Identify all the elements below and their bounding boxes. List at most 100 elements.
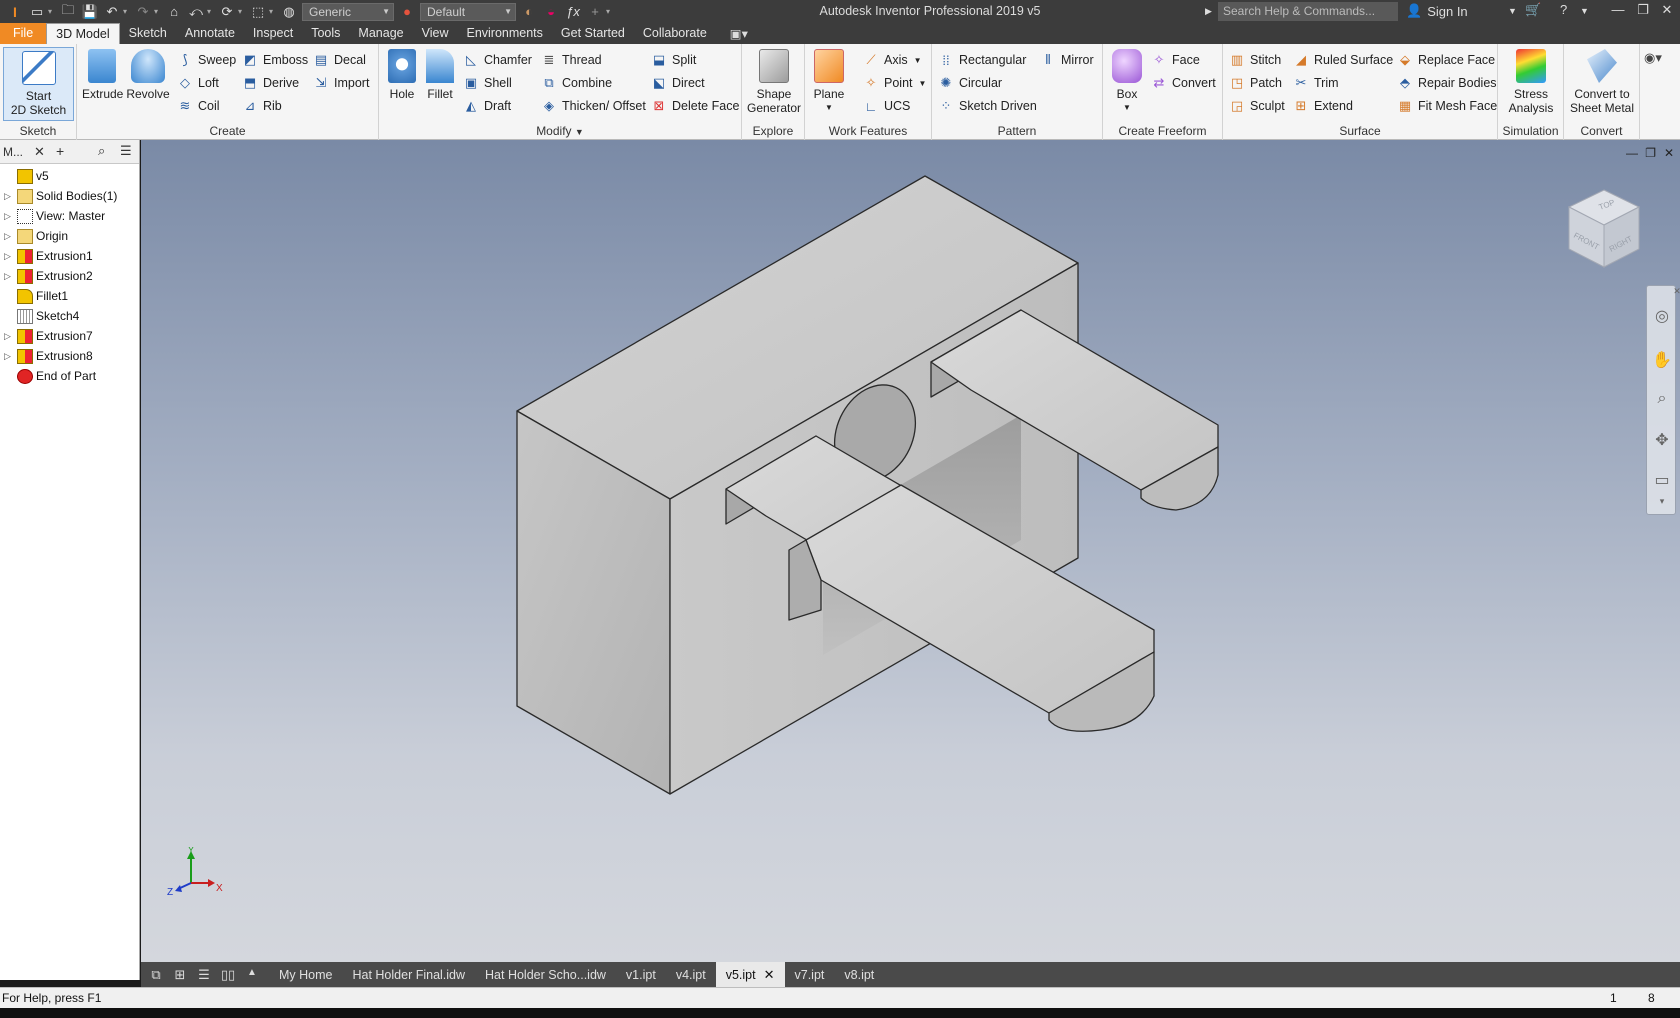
freeform-face-button[interactable]: ✧ Face: [1151, 52, 1200, 68]
update-icon[interactable]: ⟳: [216, 3, 238, 21]
viewport-minimize-icon[interactable]: —: [1626, 146, 1638, 160]
point-button[interactable]: ✧ Point ▼: [863, 75, 927, 91]
trim-button[interactable]: ✂ Trim: [1293, 75, 1339, 91]
camera-icon[interactable]: ▣▾: [716, 23, 757, 44]
browser-node-extrusion7[interactable]: ▷ Extrusion7: [0, 326, 139, 346]
new-icon[interactable]: ▭: [26, 3, 48, 21]
fillet-button[interactable]: Fillet: [422, 49, 458, 101]
draft-button[interactable]: ◭ Draft: [463, 98, 511, 114]
panel-label-modify[interactable]: Modify ▼: [379, 124, 741, 138]
add-icon[interactable]: +: [56, 143, 64, 159]
doc-tab-v4-ipt[interactable]: v4.ipt: [666, 962, 716, 987]
sign-in-dropdown-icon[interactable]: ▼: [1508, 6, 1517, 16]
look-at-icon[interactable]: ▭: [1652, 470, 1672, 490]
shape-generator-button[interactable]: Shape Generator: [746, 49, 802, 115]
save-icon[interactable]: 💾: [79, 3, 101, 21]
browser-node-extrusion2[interactable]: ▷ Extrusion2: [0, 266, 139, 286]
coil-button[interactable]: ≋ Coil: [177, 98, 220, 114]
start-2d-sketch-button[interactable]: Start 2D Sketch: [3, 47, 74, 121]
shell-button[interactable]: ▣ Shell: [463, 75, 512, 91]
extend-button[interactable]: ⊞ Extend: [1293, 98, 1353, 114]
emboss-button[interactable]: ◩ Emboss: [242, 52, 308, 68]
browser-node-v5[interactable]: v5: [0, 166, 139, 186]
doc-tab-my-home[interactable]: My Home: [269, 962, 342, 987]
rib-button[interactable]: ⊿ Rib: [242, 98, 282, 114]
select-icon[interactable]: ⬚: [247, 3, 269, 21]
tab-annotate[interactable]: Annotate: [176, 23, 244, 44]
help-icon[interactable]: ?: [1560, 2, 1567, 17]
expand-chevron-icon[interactable]: ▷: [4, 211, 14, 222]
axis-button[interactable]: ⟋ Axis ▼: [863, 52, 921, 68]
sweep-button[interactable]: ⟆ Sweep: [177, 52, 236, 68]
close-icon[interactable]: ✕: [1654, 2, 1680, 18]
clear-appearance-icon[interactable]: ◒: [540, 3, 562, 21]
color-wheel-icon[interactable]: ◍: [278, 3, 300, 21]
convert-to-sheet-metal-button[interactable]: Convert to Sheet Metal: [1566, 49, 1638, 115]
expand-arrow-icon[interactable]: ▶: [1205, 6, 1212, 17]
replace-face-button[interactable]: ⬙ Replace Face: [1397, 52, 1495, 68]
appearance-icon[interactable]: ●: [396, 3, 418, 21]
browser-node-extrusion1[interactable]: ▷ Extrusion1: [0, 246, 139, 266]
doc-tab-v5-ipt[interactable]: v5.ipt ✕: [715, 962, 785, 987]
expand-chevron-icon[interactable]: ▷: [4, 351, 14, 362]
extrude-button[interactable]: Extrude: [82, 49, 123, 101]
update-dropdown-icon[interactable]: ▾: [238, 7, 247, 16]
direct-button[interactable]: ⬕ Direct: [651, 75, 705, 91]
search-icon[interactable]: ⌕: [98, 143, 105, 159]
tab-menu-icon[interactable]: ▲: [243, 967, 261, 983]
pan-icon[interactable]: ✋: [1652, 350, 1672, 370]
rectangular-pattern-button[interactable]: ⁞⁞ Rectangular: [938, 52, 1026, 68]
sculpt-button[interactable]: ◲ Sculpt: [1229, 98, 1285, 114]
sign-in-button[interactable]: 👤 Sign In: [1406, 3, 1468, 19]
stitch-button[interactable]: ▥ Stitch: [1229, 52, 1281, 68]
adjust-icon[interactable]: ◐: [518, 3, 540, 21]
open-icon[interactable]: 🗀: [57, 2, 79, 21]
orbit-icon[interactable]: ✥: [1652, 430, 1672, 450]
material-combo[interactable]: Generic ▼: [302, 2, 394, 21]
close-tab-icon[interactable]: ✕: [764, 967, 775, 983]
select-dropdown-icon[interactable]: ▾: [269, 7, 278, 16]
doc-tab-hat-holder-scho-idw[interactable]: Hat Holder Scho...idw: [475, 962, 616, 987]
chamfer-button[interactable]: ◺ Chamfer: [463, 52, 532, 68]
freeform-convert-button[interactable]: ⇄ Convert: [1151, 75, 1216, 91]
split-button[interactable]: ⬓ Split: [651, 52, 696, 68]
help-dropdown-icon[interactable]: ▼: [1580, 6, 1589, 16]
hole-button[interactable]: Hole: [384, 49, 420, 101]
tile-horizontal-icon[interactable]: ☰: [195, 967, 213, 983]
derive-button[interactable]: ⬒ Derive: [242, 75, 299, 91]
viewport-restore-icon[interactable]: ❐: [1645, 146, 1656, 160]
loft-button[interactable]: ◇ Loft: [177, 75, 219, 91]
view-cube[interactable]: TOP FRONT RIGHT: [1564, 185, 1644, 280]
browser-node-solid-bodies-1-[interactable]: ▷ Solid Bodies(1): [0, 186, 139, 206]
undo-dropdown-icon[interactable]: ▾: [123, 7, 132, 16]
plane-button[interactable]: Plane ▼: [809, 49, 849, 115]
ucs-button[interactable]: ∟ UCS: [863, 98, 911, 114]
return-icon[interactable]: ⤺: [185, 3, 207, 21]
doc-tab-hat-holder-final-idw[interactable]: Hat Holder Final.idw: [342, 962, 475, 987]
part-model[interactable]: [141, 140, 1680, 962]
close-icon[interactable]: ✕: [1667, 286, 1680, 306]
new-dropdown-icon[interactable]: ▾: [48, 7, 57, 16]
minimize-icon[interactable]: —: [1605, 2, 1631, 17]
expand-chevron-icon[interactable]: ▷: [4, 271, 14, 282]
browser-node-origin[interactable]: ▷ Origin: [0, 226, 139, 246]
tab-inspect[interactable]: Inspect: [244, 23, 302, 44]
customize-dropdown-icon[interactable]: ▾: [606, 7, 615, 16]
sketch-driven-pattern-button[interactable]: ⁘ Sketch Driven: [938, 98, 1037, 114]
menu-icon[interactable]: ☰: [120, 143, 132, 159]
browser-node-extrusion8[interactable]: ▷ Extrusion8: [0, 346, 139, 366]
fit-mesh-face-button[interactable]: ▦ Fit Mesh Face: [1397, 98, 1497, 114]
ruled-surface-button[interactable]: ◢ Ruled Surface: [1293, 52, 1393, 68]
close-icon[interactable]: ✕: [34, 144, 45, 160]
expand-chevron-icon[interactable]: ▷: [4, 231, 14, 242]
undo-icon[interactable]: ↶: [101, 3, 123, 21]
redo-icon[interactable]: ↷: [132, 3, 154, 21]
redo-dropdown-icon[interactable]: ▾: [154, 7, 163, 16]
tab-collaborate[interactable]: Collaborate: [634, 23, 716, 44]
zoom-icon[interactable]: ⌕: [1652, 390, 1672, 410]
tile-icon[interactable]: ⊞: [171, 967, 189, 983]
tab-manage[interactable]: Manage: [349, 23, 412, 44]
tab-file[interactable]: File: [0, 23, 47, 44]
tab-view[interactable]: View: [413, 23, 458, 44]
box-button[interactable]: Box ▼: [1109, 49, 1145, 115]
